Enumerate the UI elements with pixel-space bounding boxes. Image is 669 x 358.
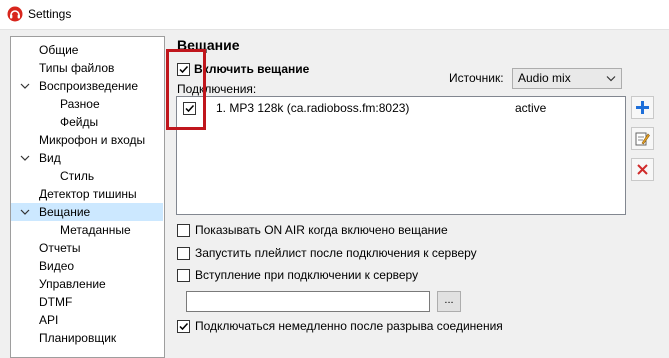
chevron-down-icon[interactable] [20,203,30,227]
source-value: Audio mix [518,71,571,85]
intro-on-connect-checkbox[interactable] [177,269,190,282]
reconnect-checkbox[interactable] [177,320,190,333]
tree-item-label: Детектор тишины [39,187,137,201]
tree-item-label: Микрофон и входы [39,133,146,147]
connection-row-name[interactable]: 1. MP3 128k (ca.radioboss.fm:8023) [216,101,409,115]
source-label: Источник: [449,71,504,85]
intro-on-connect-label[interactable]: Вступление при подключении к серверу [195,268,418,282]
browse-button[interactable]: ... [437,291,461,312]
start-playlist-checkbox[interactable] [177,247,190,260]
tree-item-label: Управление [39,277,106,291]
reconnect-label[interactable]: Подключаться немедленно после разрыва со… [195,319,503,333]
tree-item-label: Стиль [60,169,95,183]
tree-item-label: Общие [39,43,79,57]
delete-connection-button[interactable] [631,158,654,181]
show-on-air-checkbox[interactable] [177,224,190,237]
tree-item-broadcast[interactable]: Вещание [11,203,163,221]
chevron-down-icon[interactable] [20,77,30,101]
window-title: Settings [28,7,72,21]
chevron-down-icon[interactable] [20,149,30,173]
connection-row-status: active [515,101,547,115]
tree-item-label: Разное [60,97,100,111]
intro-path-input[interactable] [186,291,430,312]
highlight-annotation [166,49,206,130]
enable-broadcast-label[interactable]: Включить вещание [194,62,309,76]
settings-tree[interactable]: Общие Типы файлов Воспроизведение Разное… [10,36,165,358]
tree-item-label: Видео [39,259,75,273]
edit-connection-button[interactable] [631,127,654,150]
chevron-down-icon [606,69,616,95]
tree-item-label: Планировщик [39,331,117,345]
tree-item-label: Вид [39,151,61,165]
add-connection-button[interactable] [631,96,654,119]
tree-item-label: Воспроизведение [39,79,139,93]
tree-item-label: Метаданные [60,223,131,237]
tree-item-label: API [39,313,59,327]
tree-item-label: DTMF [39,295,73,309]
show-on-air-label[interactable]: Показывать ON AIR когда включено вещание [195,223,448,237]
tree-item-label: Типы файлов [39,61,115,75]
tree-item-label: Отчеты [39,241,81,255]
start-playlist-label[interactable]: Запустить плейлист после подключения к с… [195,246,477,260]
radioboss-app-icon [7,6,23,22]
source-dropdown[interactable]: Audio mix [512,68,622,89]
tree-item-label: Фейды [60,115,99,129]
title-bar: Settings [0,0,669,30]
tree-item-label: Вещание [39,205,91,219]
